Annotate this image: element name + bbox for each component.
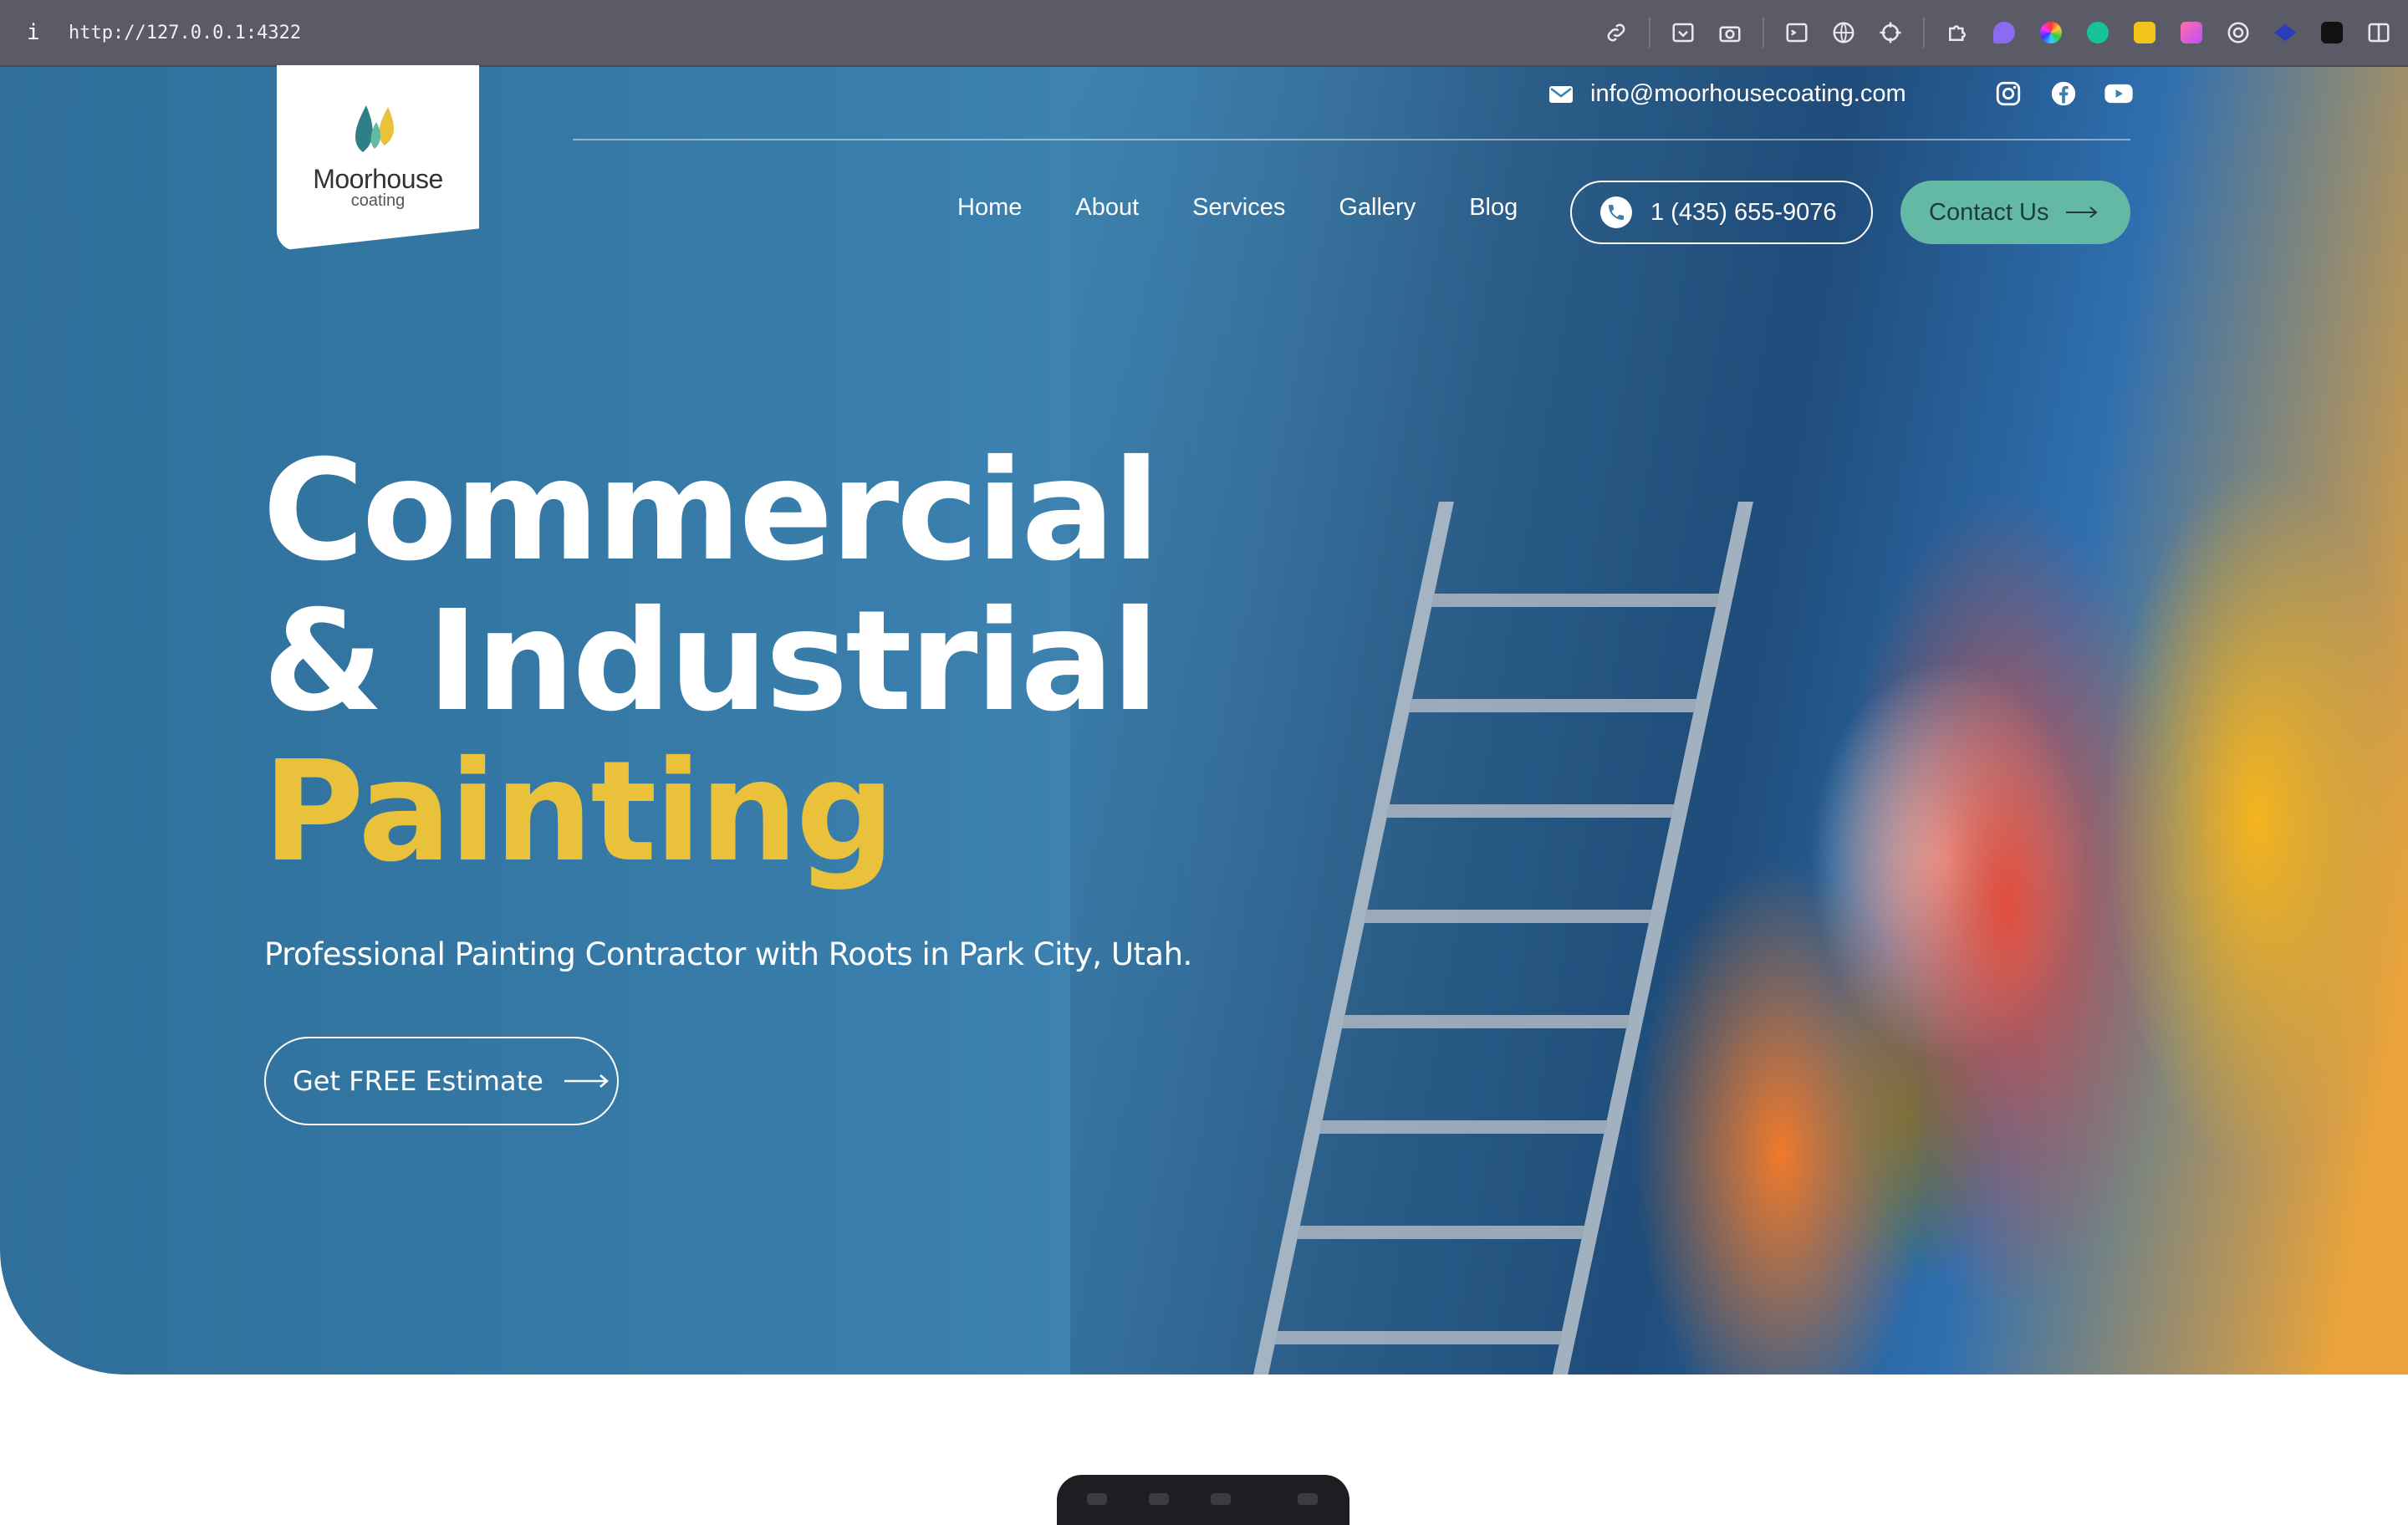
target-icon[interactable] [2224, 18, 2252, 47]
brand-tagline: coating [350, 191, 406, 210]
browser-toolbar: i http://127.0.0.1:4322 [0, 0, 2408, 67]
hero-title-highlight: Painting [263, 732, 895, 893]
save-icon[interactable] [1669, 18, 1697, 47]
nav-gallery[interactable]: Gallery [1339, 194, 1416, 222]
instagram-icon[interactable] [1993, 79, 2023, 109]
nav-home[interactable]: Home [957, 194, 1022, 222]
toolbar-tool-icon[interactable] [1087, 1493, 1107, 1505]
toolbar-tool-icon[interactable] [1149, 1493, 1169, 1505]
puzzle-icon[interactable] [1943, 18, 1972, 47]
hero-title: Commercial & Industrial Painting [263, 431, 1160, 893]
youtube-icon[interactable] [2104, 79, 2134, 109]
gradient-ext-icon[interactable] [2177, 18, 2206, 47]
yellow-ext-icon[interactable] [2130, 18, 2159, 47]
email-link[interactable]: info@moorhousecoating.com [1590, 80, 1906, 108]
contact-us-label: Contact Us [1929, 198, 2049, 226]
nav-blog[interactable]: Blog [1469, 194, 1518, 222]
toolbar-divider [1763, 18, 1764, 48]
phone-number: 1 (435) 655-9076 [1650, 198, 1837, 226]
toolbar-divider [1649, 18, 1650, 48]
arrow-right-icon [564, 1074, 609, 1088]
facebook-icon[interactable] [2048, 79, 2079, 109]
hat-ext-icon[interactable] [2271, 18, 2299, 47]
camera-icon[interactable] [1716, 18, 1744, 47]
floating-toolbar[interactable] [1057, 1475, 1349, 1525]
contact-us-button[interactable]: Contact Us [1900, 181, 2130, 244]
nav-about[interactable]: About [1075, 194, 1139, 222]
nav-services[interactable]: Services [1192, 194, 1285, 222]
phone-icon [1600, 196, 1632, 228]
free-estimate-button[interactable]: Get FREE Estimate [264, 1037, 619, 1125]
globe-icon[interactable] [1829, 18, 1858, 47]
site-logo[interactable]: Moorhouse coating [277, 65, 479, 251]
terminal-icon[interactable] [1783, 18, 1811, 47]
color-wheel-icon[interactable] [2037, 18, 2065, 47]
extension-icons [1602, 0, 2393, 65]
free-estimate-label: Get FREE Estimate [293, 1065, 543, 1097]
hero-title-line1: Commercial [263, 431, 1160, 592]
hero-painter-image [1070, 67, 2408, 1375]
main-nav: Home About Services Gallery Blog [957, 194, 1518, 222]
phone-button[interactable]: 1 (435) 655-9076 [1570, 181, 1873, 244]
arrow-right-icon [2066, 207, 2098, 218]
hero-title-line2: & Industrial [263, 581, 1159, 742]
header-divider [573, 139, 2130, 140]
toolbar-tool-icon[interactable] [1298, 1493, 1318, 1505]
toolbar-divider [1923, 18, 1925, 48]
link-icon[interactable] [1602, 18, 1630, 47]
toolbar-tool-icon[interactable] [1211, 1493, 1231, 1505]
social-links [1993, 79, 2134, 109]
site-info-icon[interactable]: i [27, 20, 52, 45]
crosshair-icon[interactable] [1876, 18, 1905, 47]
font-ext-icon[interactable] [2318, 18, 2346, 47]
sidebar-icon[interactable] [2365, 18, 2393, 47]
purple-ext-icon[interactable] [1990, 18, 2018, 47]
grammarly-icon[interactable] [2084, 18, 2112, 47]
hero-subtitle: Professional Painting Contractor with Ro… [264, 936, 1192, 972]
scaffold-ladder-shape [1253, 502, 1753, 1375]
brand-name: Moorhouse [313, 164, 443, 194]
email-contact[interactable]: info@moorhousecoating.com [1548, 80, 1906, 108]
logo-drops-icon [355, 105, 394, 152]
mail-icon [1549, 85, 1573, 103]
address-bar[interactable]: http://127.0.0.1:4322 [69, 23, 301, 43]
